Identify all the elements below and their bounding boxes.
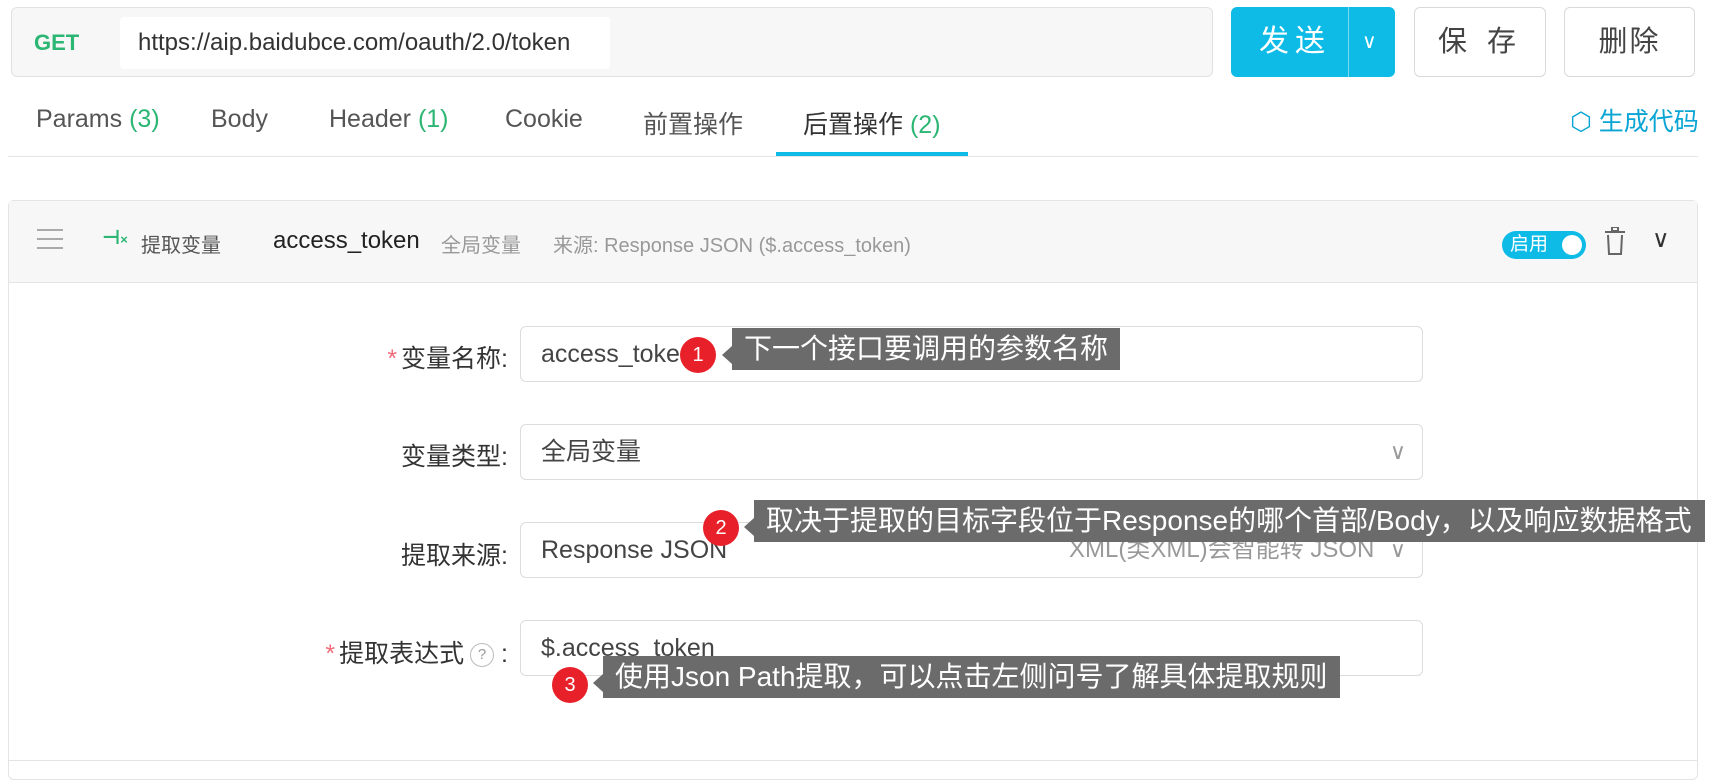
tab-label: 后置操作 [803, 111, 904, 139]
extract-variable-icon: ⊣× [102, 227, 128, 249]
annotation-callout: 下一个接口要调用的参数名称 [721, 328, 1121, 370]
source-value: Response JSON [541, 536, 728, 564]
summary-var-name: access_token [273, 227, 420, 254]
tab-header[interactable]: Header (1) [329, 105, 449, 134]
expr-label-colon: : [501, 640, 508, 668]
help-icon[interactable]: ? [470, 643, 495, 668]
chevron-down-icon[interactable]: ∨ [1652, 225, 1670, 254]
annotation-callout: 取决于提取的目标字段位于Response的哪个首部/Body，以及响应数据格式 [744, 500, 1705, 542]
processor-type-label: 提取变量 [141, 235, 221, 257]
expr-label-text: 提取表达式 [339, 640, 465, 668]
send-button-label: 发送 [1259, 25, 1331, 58]
tab-post-processors[interactable]: 后置操作 (2) [803, 105, 941, 141]
active-tab-indicator [776, 152, 968, 156]
var-type-select[interactable]: 全局变量 ∨ [520, 424, 1423, 480]
toggle-knob [1562, 235, 1582, 255]
source-label: 提取来源: [401, 542, 508, 570]
tab-label: Params [36, 105, 123, 133]
send-divider [1348, 7, 1349, 77]
tabs-divider [8, 156, 1698, 157]
expr-label: * 提取表达式? : [310, 634, 508, 670]
trash-icon[interactable] [1604, 227, 1626, 255]
tab-cookie[interactable]: Cookie [505, 105, 583, 134]
tab-label: Cookie [505, 105, 583, 133]
chevron-down-icon[interactable]: ∨ [1362, 7, 1377, 77]
card-header[interactable]: ⊣× 提取变量 access_token 全局变量 来源: Response J… [9, 201, 1697, 283]
annotation-badge: 1 [680, 337, 716, 373]
var-type-label: 变量类型: [401, 443, 508, 471]
tab-label: Body [211, 105, 268, 133]
generate-code-link[interactable]: ⬡ 生成代码 [1570, 102, 1699, 138]
var-name-label-text: 变量名称: [401, 345, 508, 373]
var-type-value: 全局变量 [541, 438, 642, 466]
enable-toggle[interactable]: 启用 [1502, 231, 1586, 259]
tab-count: (3) [129, 105, 160, 133]
tab-count: (2) [909, 111, 941, 139]
tab-label: 前置操作 [643, 111, 744, 139]
send-button[interactable]: 发送 ∨ [1231, 7, 1395, 77]
save-button[interactable]: 保 存 [1414, 7, 1546, 77]
tab-label: Header [329, 105, 411, 133]
delete-button[interactable]: 删除 [1564, 7, 1695, 77]
drag-handle-icon[interactable] [37, 229, 63, 249]
cube-icon: ⬡ [1570, 108, 1592, 136]
tab-count: (1) [417, 105, 449, 133]
required-asterisk: * [325, 640, 336, 668]
url-bar: GET https://aip.baidubce.com/oauth/2.0/t… [11, 7, 1213, 77]
annotation-callout: 使用Json Path提取，可以点击左侧问号了解具体提取规则 [593, 656, 1340, 698]
url-input[interactable]: https://aip.baidubce.com/oauth/2.0/token [120, 17, 610, 69]
var-name-label: * 变量名称: [370, 339, 508, 375]
var-name-value: access_token [541, 340, 694, 368]
chevron-down-icon: ∨ [1389, 439, 1406, 464]
card-bottom-divider [8, 760, 1698, 761]
tab-pre-processors[interactable]: 前置操作 [643, 105, 743, 141]
annotation-badge: 2 [703, 510, 739, 546]
required-asterisk: * [387, 345, 398, 373]
annotation-badge: 3 [552, 667, 588, 703]
toggle-label: 启用 [1510, 234, 1549, 255]
tab-params[interactable]: Params (3) [36, 105, 160, 134]
generate-code-label: 生成代码 [1598, 108, 1699, 136]
tab-body[interactable]: Body [211, 105, 268, 134]
method-selector[interactable]: GET [34, 30, 79, 56]
summary-source: 来源: Response JSON ($.access_token) [553, 235, 911, 257]
summary-scope: 全局变量 [441, 235, 521, 257]
